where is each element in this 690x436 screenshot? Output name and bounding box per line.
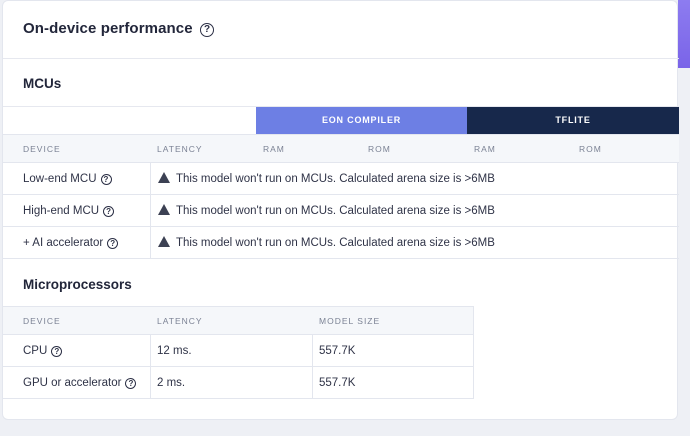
warning-message: This model won't run on MCUs. Calculated… xyxy=(176,205,495,217)
on-device-performance-card: On-device performance ? MCUs EON COMPILE… xyxy=(2,0,679,420)
column-divider xyxy=(150,163,151,194)
warning-icon xyxy=(158,236,170,270)
column-divider xyxy=(150,227,151,258)
column-header-model-size: MODEL SIZE xyxy=(319,316,381,326)
help-icon[interactable]: ? xyxy=(200,23,214,37)
table-row: GPU or accelerator? 2 ms. 557.7K xyxy=(3,367,474,399)
model-size-value: 557.7K xyxy=(319,345,356,357)
column-divider xyxy=(150,195,151,226)
column-header-rom: ROM xyxy=(368,144,391,154)
column-header-latency: LATENCY xyxy=(157,316,203,326)
column-divider xyxy=(312,367,313,398)
column-divider xyxy=(312,335,313,366)
eon-compiler-band: EON COMPILER xyxy=(256,107,467,134)
column-divider xyxy=(150,335,151,366)
device-name: CPU xyxy=(23,345,48,357)
column-header-ram: RAM xyxy=(474,144,496,154)
table-row: High-end MCU? This model won't run on MC… xyxy=(3,195,679,238)
mcu-table-header: DEVICE LATENCY RAM ROM RAM ROM xyxy=(3,134,679,163)
column-header-rom: ROM xyxy=(579,144,602,154)
latency-value: 2 ms. xyxy=(157,377,186,389)
accent-bar xyxy=(678,0,690,68)
latency-value: 12 ms. xyxy=(157,345,192,357)
help-icon[interactable]: ? xyxy=(125,378,137,389)
help-icon[interactable]: ? xyxy=(103,206,115,217)
device-name: + AI accelerator xyxy=(23,237,104,249)
help-icon[interactable]: ? xyxy=(51,346,63,357)
warning-icon xyxy=(158,204,170,238)
device-name: High-end MCU xyxy=(23,205,100,217)
table-row: Low-end MCU? This model won't run on MCU… xyxy=(3,163,679,206)
mpu-table-header: DEVICE LATENCY MODEL SIZE xyxy=(3,306,474,335)
mcu-section-title: MCUs xyxy=(23,76,62,91)
help-icon[interactable]: ? xyxy=(107,238,119,249)
column-divider xyxy=(150,367,151,398)
mpu-section-title: Microprocessors xyxy=(23,277,132,292)
model-size-value: 557.7K xyxy=(319,377,356,389)
warning-message: This model won't run on MCUs. Calculated… xyxy=(176,237,495,249)
table-row: + AI accelerator? This model won't run o… xyxy=(3,227,679,270)
column-header-device: DEVICE xyxy=(23,316,61,326)
column-header-device: DEVICE xyxy=(23,144,61,154)
device-name: Low-end MCU xyxy=(23,173,97,185)
column-header-latency: LATENCY xyxy=(157,144,203,154)
warning-message: This model won't run on MCUs. Calculated… xyxy=(176,173,495,185)
tflite-band: TFLITE xyxy=(467,107,679,134)
page-title: On-device performance xyxy=(23,20,193,37)
warning-icon xyxy=(158,172,170,206)
table-row: CPU? 12 ms. 557.7K xyxy=(3,335,474,367)
card-header: On-device performance ? xyxy=(3,1,679,59)
help-icon[interactable]: ? xyxy=(100,174,112,185)
device-name: GPU or accelerator xyxy=(23,377,122,389)
column-header-ram: RAM xyxy=(263,144,285,154)
